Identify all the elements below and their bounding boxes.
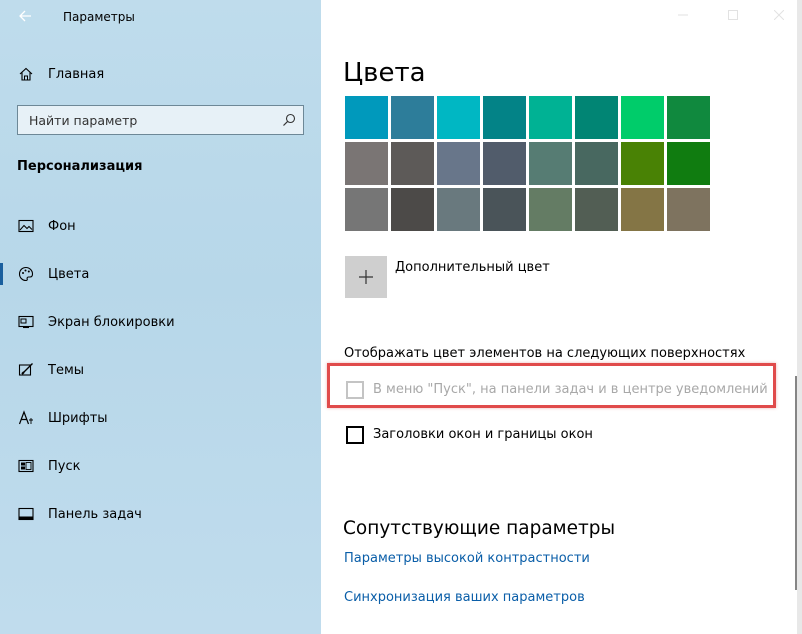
color-swatch[interactable] <box>391 142 434 185</box>
highlight-annotation <box>327 363 776 408</box>
checkbox-title-bars-label: Заголовки окон и границы окон <box>373 427 593 442</box>
search-icon[interactable] <box>281 112 297 128</box>
color-swatch[interactable] <box>575 96 618 139</box>
color-swatch[interactable] <box>529 96 572 139</box>
checkbox-title-bars[interactable] <box>346 426 364 444</box>
minimize-button[interactable] <box>663 6 703 28</box>
color-swatch[interactable] <box>483 188 526 231</box>
color-swatch[interactable] <box>345 96 388 139</box>
sidebar-item-taskbar[interactable]: Панель задач <box>0 494 321 534</box>
add-custom-color-button[interactable] <box>345 256 387 298</box>
color-swatch[interactable] <box>529 142 572 185</box>
sidebar-item-label: Пуск <box>48 458 81 474</box>
palette-icon <box>17 265 35 283</box>
close-icon <box>773 9 785 21</box>
link-high-contrast[interactable]: Параметры высокой контрастности <box>344 551 590 566</box>
add-custom-color-label: Дополнительный цвет <box>395 260 550 275</box>
brush-icon <box>17 361 35 379</box>
maximize-button[interactable] <box>713 6 753 28</box>
sidebar-item-colors[interactable]: Цвета <box>0 254 321 294</box>
link-sync-settings[interactable]: Синхронизация ваших параметров <box>344 590 585 605</box>
sidebar-item-background[interactable]: Фон <box>0 206 321 246</box>
sidebar: Параметры Главная Найти параметр Персона… <box>0 0 321 634</box>
nav-home[interactable]: Главная <box>0 54 321 94</box>
color-swatch[interactable] <box>529 188 572 231</box>
sidebar-item-lock-screen[interactable]: Экран блокировки <box>0 302 321 342</box>
search-placeholder: Найти параметр <box>29 113 138 128</box>
search-input[interactable]: Найти параметр <box>17 105 304 135</box>
sidebar-item-label: Шрифты <box>48 410 108 426</box>
nav-home-label: Главная <box>48 66 105 82</box>
color-swatch[interactable] <box>621 142 664 185</box>
app-title: Параметры <box>63 10 135 24</box>
color-swatch[interactable] <box>667 188 710 231</box>
sidebar-item-label: Темы <box>48 362 85 378</box>
sidebar-item-label: Фон <box>48 218 76 234</box>
color-swatch[interactable] <box>345 142 388 185</box>
maximize-icon <box>728 10 738 20</box>
color-swatch[interactable] <box>667 142 710 185</box>
back-arrow-icon <box>19 10 31 22</box>
sidebar-item-fonts[interactable]: Шрифты <box>0 398 321 438</box>
home-icon <box>17 65 35 83</box>
color-swatch[interactable] <box>483 96 526 139</box>
picture-icon <box>17 217 35 235</box>
main-content: Цвета Дополнительный цвет Отображать цве… <box>321 0 802 634</box>
color-swatch[interactable] <box>391 188 434 231</box>
color-swatch[interactable] <box>391 96 434 139</box>
color-swatch[interactable] <box>621 188 664 231</box>
color-swatch[interactable] <box>437 96 480 139</box>
color-swatch[interactable] <box>437 142 480 185</box>
sidebar-item-label: Панель задач <box>48 506 142 522</box>
lock-screen-icon <box>17 313 35 331</box>
page-title: Цвета <box>343 58 426 88</box>
back-button[interactable] <box>12 6 38 30</box>
section-title: Персонализация <box>17 159 143 174</box>
color-swatch[interactable] <box>575 142 618 185</box>
sidebar-item-label: Экран блокировки <box>48 314 175 330</box>
color-swatch[interactable] <box>667 96 710 139</box>
minimize-icon <box>678 14 688 16</box>
color-swatch[interactable] <box>483 142 526 185</box>
close-button[interactable] <box>759 6 799 28</box>
taskbar-icon <box>17 505 35 523</box>
related-settings-title: Сопутствующие параметры <box>343 518 616 539</box>
sidebar-item-themes[interactable]: Темы <box>0 350 321 390</box>
sidebar-item-label: Цвета <box>48 266 90 282</box>
color-swatch[interactable] <box>621 96 664 139</box>
surfaces-label: Отображать цвет элементов на следующих п… <box>344 346 746 361</box>
color-swatch[interactable] <box>575 188 618 231</box>
plus-icon <box>359 270 373 284</box>
sidebar-item-start[interactable]: Пуск <box>0 446 321 486</box>
window-edge <box>797 0 802 634</box>
color-swatch[interactable] <box>345 188 388 231</box>
color-swatch[interactable] <box>437 188 480 231</box>
font-icon <box>17 409 35 427</box>
start-icon <box>17 457 35 475</box>
